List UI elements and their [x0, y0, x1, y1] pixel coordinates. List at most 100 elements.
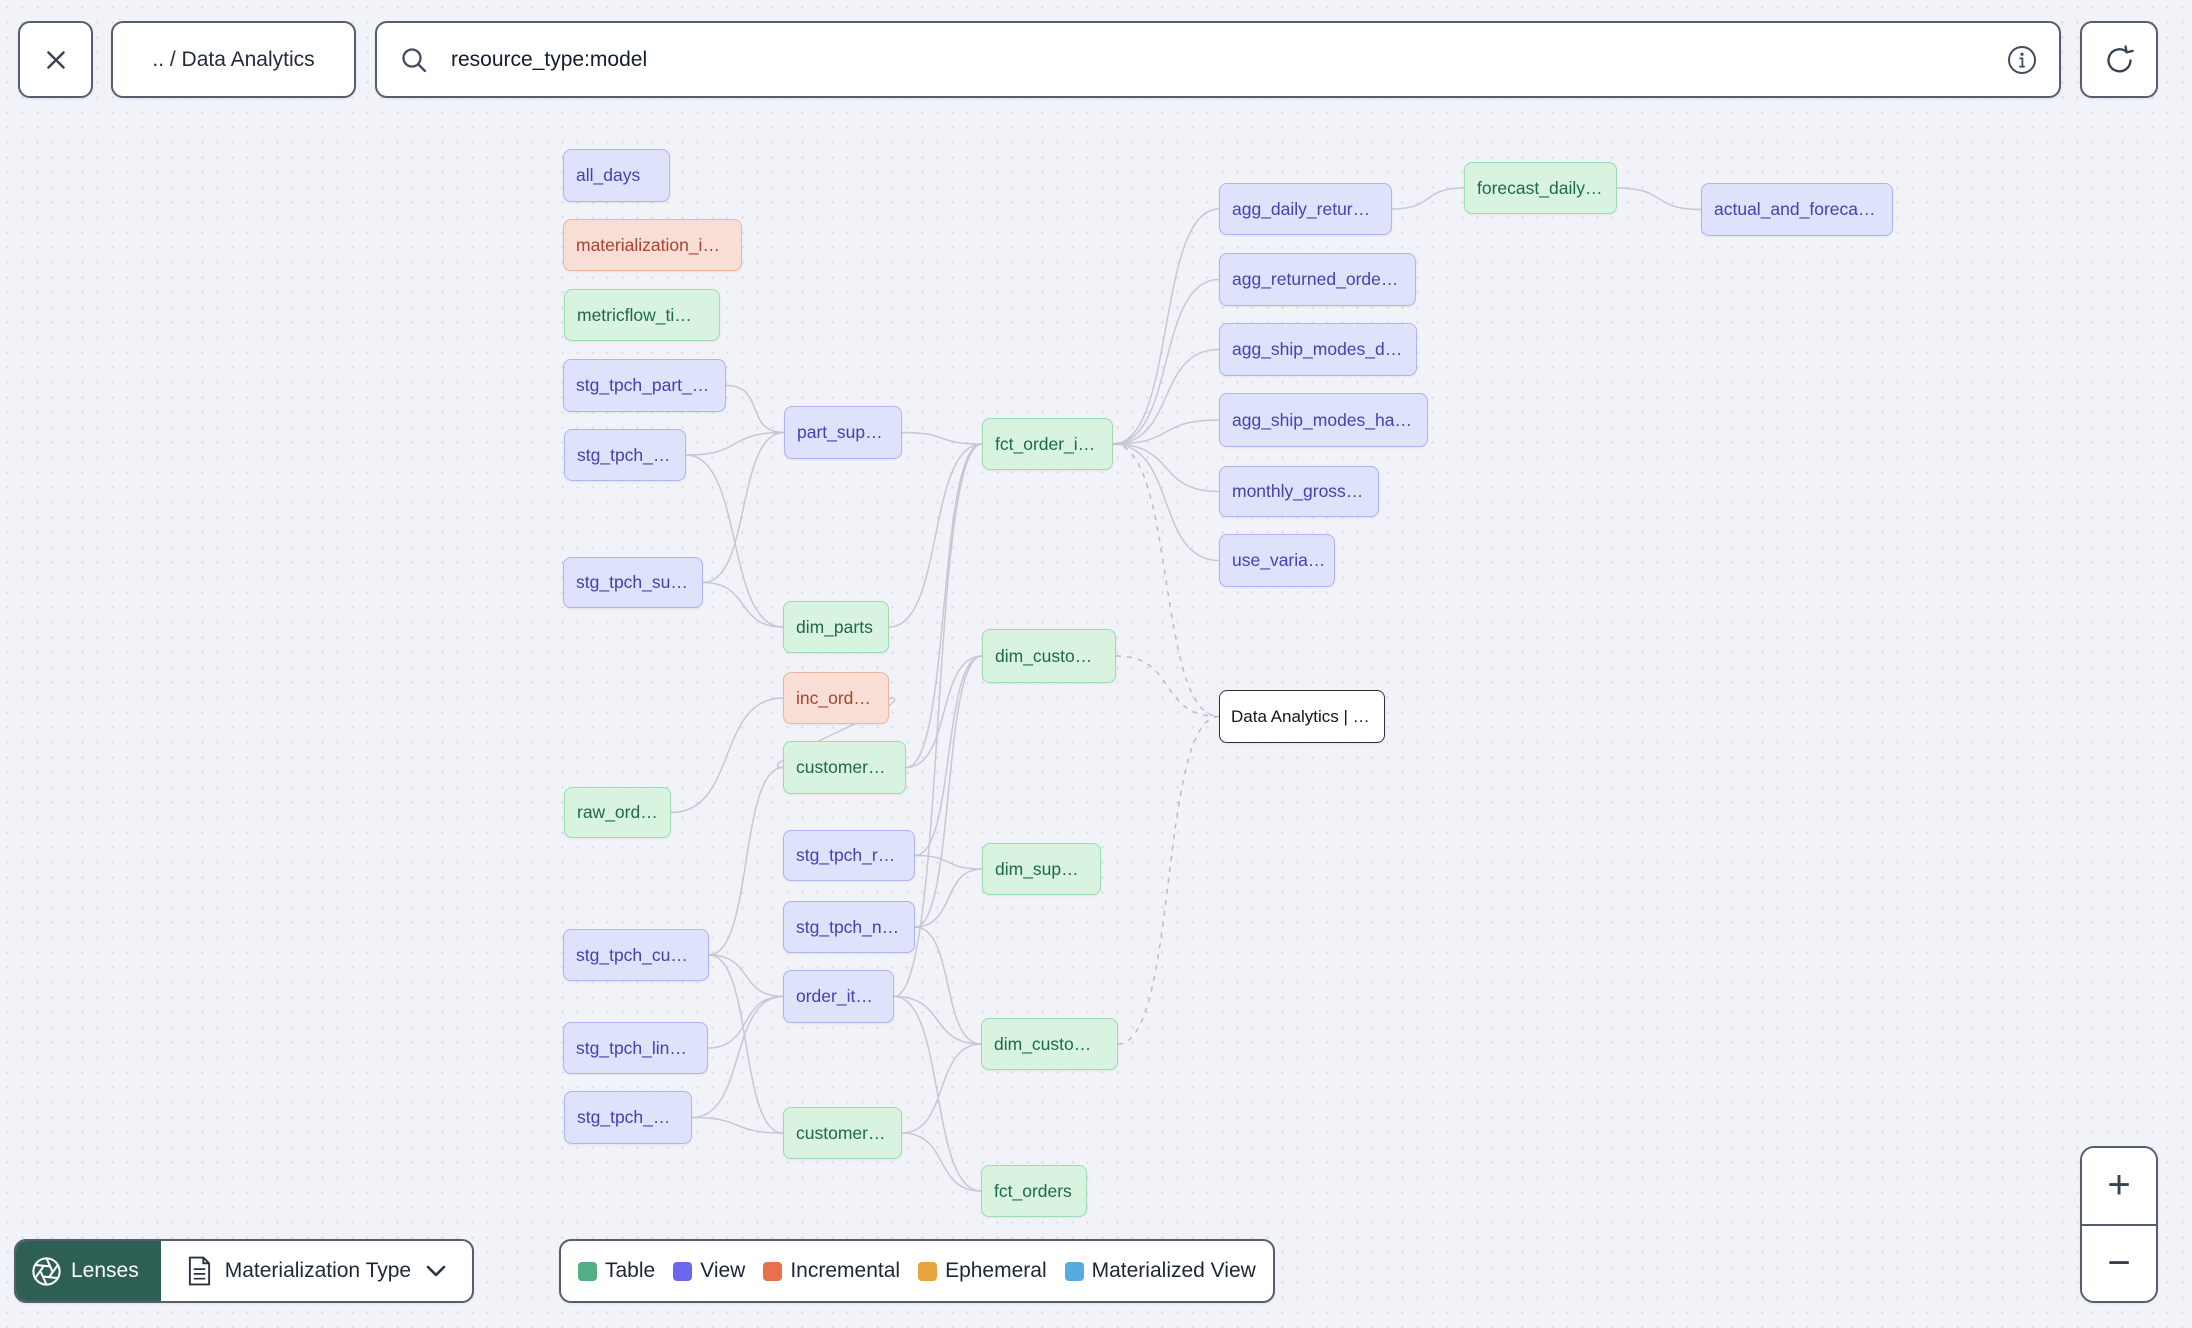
breadcrumb-label: .. / Data Analytics	[152, 47, 315, 71]
legend-swatch-incremental	[763, 1261, 783, 1281]
edge-fct_order_i-to-agg_returned_orde	[1112, 278, 1220, 445]
graph-node-raw_ord[interactable]: raw_ord…	[564, 787, 671, 838]
materialization-legend: Table View Incremental Ephemeral Materialize…	[559, 1239, 1275, 1303]
graph-node-dim_custo_b[interactable]: dim_custo…	[981, 1018, 1118, 1070]
search-input[interactable]	[449, 46, 1987, 73]
graph-node-materialization_i[interactable]: materialization_i…	[563, 219, 742, 271]
legend-item-materialized-view: Materialized View	[1064, 1259, 1256, 1283]
graph-node-inc_ord[interactable]: inc_ord…	[783, 672, 889, 724]
edge-fct_order_i-to-data_analytics	[1112, 443, 1220, 718]
close-button[interactable]	[18, 21, 93, 98]
legend-swatch-ephemeral	[918, 1261, 938, 1281]
graph-node-customer_b[interactable]: customer…	[783, 1107, 902, 1159]
edge-stg_tpch_cu-to-customer_b	[708, 954, 784, 1134]
graph-node-stg_tpch_b[interactable]: stg_tpch_…	[564, 1091, 692, 1144]
refresh-button[interactable]	[2080, 21, 2158, 98]
graph-node-monthly_gross[interactable]: monthly_gross…	[1219, 466, 1379, 517]
legend-item-incremental: Incremental	[763, 1259, 900, 1283]
graph-node-stg_tpch_su[interactable]: stg_tpch_su…	[563, 557, 703, 608]
document-icon	[187, 1255, 212, 1287]
zoom-in-icon: +	[2107, 1163, 2131, 1208]
legend-label: Materialized View	[1091, 1259, 1256, 1282]
zoom-controls: + −	[2080, 1146, 2158, 1303]
graph-node-stg_tpch_r[interactable]: stg_tpch_r…	[783, 830, 915, 881]
graph-node-order_it[interactable]: order_it…	[783, 970, 894, 1023]
graph-node-stg_tpch_part[interactable]: stg_tpch_part_…	[563, 359, 726, 412]
edge-raw_ord-to-inc_ord	[670, 697, 784, 814]
legend-label: Incremental	[790, 1259, 901, 1282]
edge-stg_tpch_su-to-dim_parts	[702, 581, 784, 628]
lenses-button[interactable]: Lenses	[16, 1241, 161, 1301]
edge-customer_b-to-fct_orders	[901, 1132, 982, 1192]
edge-order_it-to-fct_orders	[893, 995, 982, 1192]
refresh-icon	[2103, 43, 2136, 76]
search-bar[interactable]	[375, 21, 2061, 98]
graph-node-customer_a[interactable]: customer…	[783, 741, 906, 794]
lens-selector-label: Materialization Type	[224, 1259, 412, 1282]
lenses-label: Lenses	[71, 1259, 139, 1282]
graph-node-agg_ship_modes_d[interactable]: agg_ship_modes_d…	[1219, 323, 1417, 376]
legend-swatch-view	[673, 1261, 693, 1281]
zoom-out-icon: −	[2107, 1240, 2131, 1285]
edge-stg_tpch_n-to-dim_custo_b	[914, 926, 982, 1045]
graph-node-data_analytics[interactable]: Data Analytics | …	[1219, 690, 1385, 743]
edge-stg_tpch_n-to-dim_sup	[914, 868, 983, 928]
lens-aperture-icon	[31, 1256, 62, 1287]
edge-forecast_daily-to-actual_and_foreca	[1616, 187, 1702, 211]
graph-node-stg_tpch_n[interactable]: stg_tpch_n…	[783, 901, 915, 953]
edge-stg_tpch_part-to-part_sup	[725, 384, 785, 434]
edge-stg_tpch_r-to-dim_sup	[914, 854, 983, 870]
lineage-canvas[interactable]: all_days materialization_i… metricflow_ti……	[0, 0, 2192, 1328]
zoom-out-button[interactable]: −	[2082, 1223, 2156, 1301]
lenses-toolbar: Lenses Materialization Type	[14, 1239, 475, 1303]
edge-stg_tpch_su-to-part_sup	[702, 431, 785, 584]
info-icon[interactable]	[2007, 45, 2037, 75]
edge-fct_order_i-to-use_varia	[1112, 443, 1220, 562]
edge-customer_a-to-fct_order_i	[905, 443, 983, 769]
search-icon	[399, 45, 429, 75]
legend-item-ephemeral: Ephemeral	[918, 1259, 1047, 1283]
graph-node-forecast_daily[interactable]: forecast_daily…	[1464, 162, 1617, 214]
graph-node-agg_returned_orde[interactable]: agg_returned_orde…	[1219, 253, 1416, 306]
graph-node-metricflow_ti[interactable]: metricflow_ti…	[564, 289, 720, 341]
edge-fct_order_i-to-agg_daily_retur	[1112, 208, 1220, 445]
lens-selector[interactable]: Materialization Type	[161, 1241, 472, 1301]
chevron-down-icon	[424, 1261, 448, 1281]
graph-node-stg_tpch_lin[interactable]: stg_tpch_lin…	[563, 1022, 708, 1074]
legend-swatch-table	[578, 1261, 597, 1281]
edge-agg_daily_retur-to-forecast_daily	[1391, 187, 1465, 210]
edge-part_sup-to-fct_order_i	[901, 431, 983, 445]
edge-stg_tpch_cu-to-order_it	[708, 954, 784, 998]
graph-node-dim_sup[interactable]: dim_sup…	[982, 843, 1101, 895]
legend-item-view: View	[673, 1259, 745, 1283]
graph-node-use_varia[interactable]: use_varia…	[1219, 534, 1335, 587]
graph-node-agg_ship_modes_ha[interactable]: agg_ship_modes_ha…	[1219, 393, 1428, 447]
edge-customer_b-to-dim_custo_b	[901, 1043, 982, 1134]
legend-label: Table	[605, 1259, 656, 1282]
graph-node-agg_daily_retur[interactable]: agg_daily_retur…	[1219, 183, 1392, 235]
edge-customer_a-to-dim_custo_a	[905, 655, 983, 769]
graph-node-all_days[interactable]: all_days	[563, 149, 670, 202]
edge-order_it-to-dim_custo_b	[893, 995, 982, 1045]
edge-stg_tpch_r-to-dim_custo_a	[914, 655, 983, 857]
edge-stg_tpch_cu-to-customer_a	[708, 766, 784, 956]
legend-swatch-materialized-view	[1064, 1261, 1084, 1281]
graph-node-part_sup[interactable]: part_sup…	[784, 406, 902, 459]
edge-dim_parts-to-fct_order_i	[888, 443, 983, 628]
zoom-in-button[interactable]: +	[2082, 1148, 2156, 1224]
graph-node-stg_tpch_a[interactable]: stg_tpch_…	[564, 429, 686, 481]
graph-node-dim_parts[interactable]: dim_parts	[783, 601, 889, 653]
edge-fct_order_i-to-monthly_gross	[1112, 443, 1220, 493]
edge-stg_tpch_a-to-part_sup	[685, 431, 785, 456]
graph-node-fct_orders[interactable]: fct_orders	[981, 1165, 1087, 1217]
close-icon	[39, 43, 73, 77]
edge-dim_custo_b-to-data_analytics	[1117, 715, 1220, 1045]
graph-node-stg_tpch_cu[interactable]: stg_tpch_cu…	[563, 929, 709, 981]
graph-node-dim_custo_a[interactable]: dim_custo…	[982, 629, 1116, 683]
legend-item-table: Table	[578, 1259, 655, 1283]
graph-node-actual_and_foreca[interactable]: actual_and_foreca…	[1701, 183, 1893, 236]
legend-label: Ephemeral	[945, 1259, 1047, 1282]
edge-dim_custo_a-to-data_analytics	[1115, 655, 1220, 718]
breadcrumb[interactable]: .. / Data Analytics	[111, 21, 356, 98]
graph-node-fct_order_i[interactable]: fct_order_i…	[982, 418, 1113, 470]
